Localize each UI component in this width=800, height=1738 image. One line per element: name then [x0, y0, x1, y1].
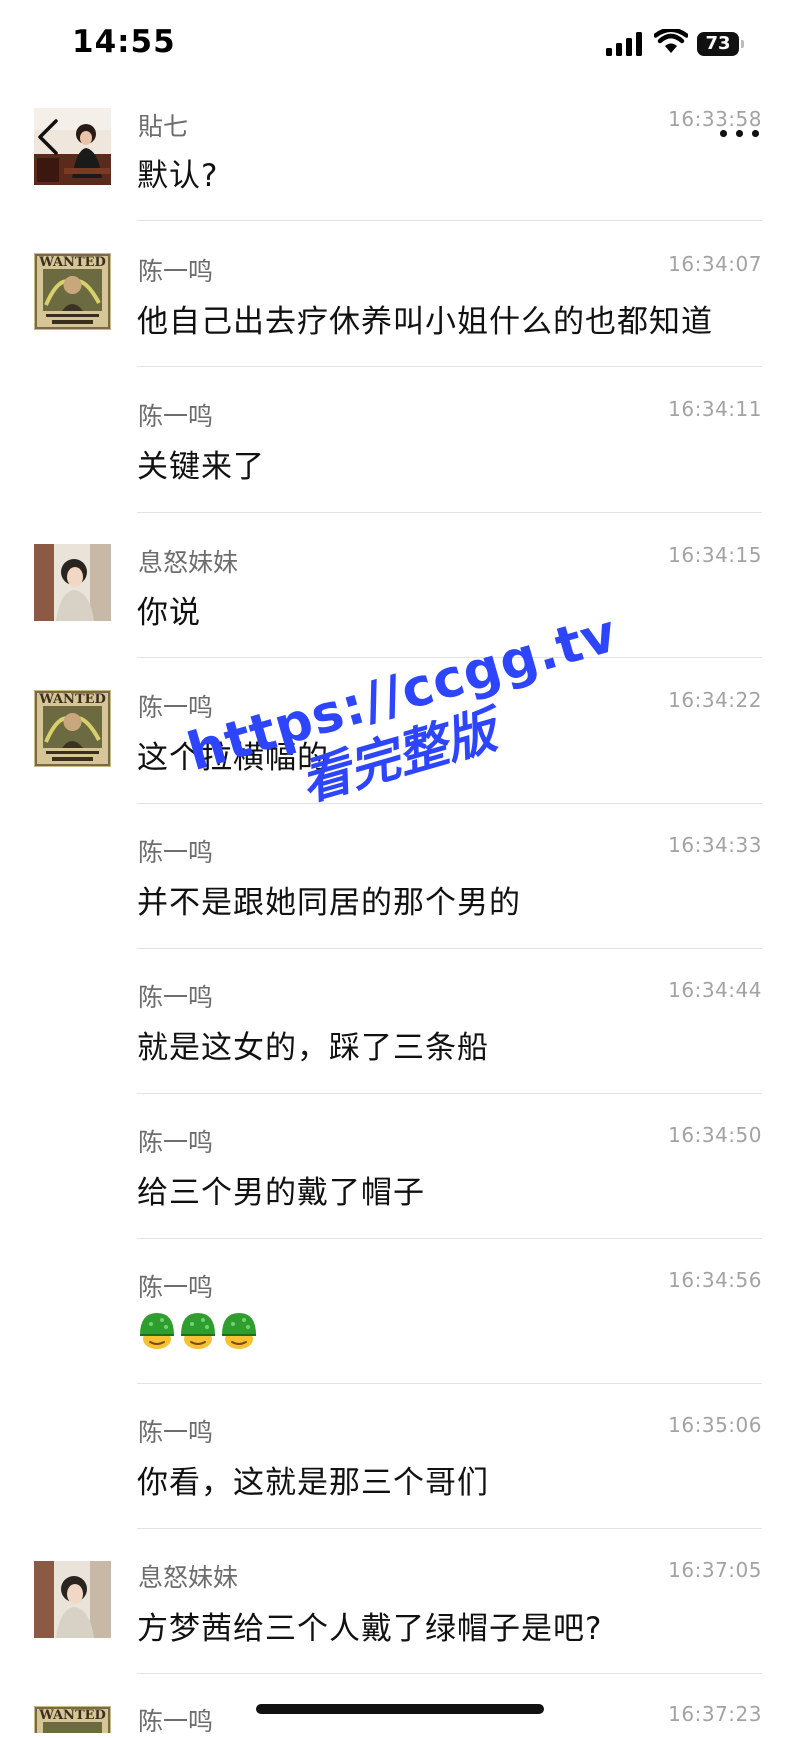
sender-name: 陈一鸣	[138, 257, 214, 286]
message-time: 16:37:23	[668, 1702, 762, 1726]
sender-name: 陈一鸣	[138, 838, 214, 867]
svg-text:WANTED: WANTED	[38, 255, 106, 270]
sender-name: 陈一鸣	[138, 1128, 214, 1157]
green-helmet-face-icon	[181, 1313, 215, 1349]
message-text: 你说	[137, 595, 201, 631]
divider	[137, 1238, 762, 1239]
divider	[137, 1093, 762, 1094]
cellular-signal-icon	[606, 32, 644, 56]
avatar[interactable]	[34, 1561, 111, 1638]
divider	[137, 220, 762, 221]
message-time: 16:35:06	[668, 1413, 762, 1437]
message-time: 16:34:44	[668, 978, 762, 1002]
avatar[interactable]	[34, 544, 111, 621]
divider	[137, 948, 762, 949]
sender-name: 陈一鸣	[138, 1418, 214, 1447]
green-helmet-face-icon	[140, 1313, 174, 1349]
message-text: 就是这女的，踩了三条船	[137, 1030, 489, 1066]
home-indicator[interactable]	[256, 1704, 544, 1714]
watermark-overlay: https://ccgg.tv 看完整版	[181, 603, 624, 841]
sender-name: 陈一鸣	[138, 983, 214, 1012]
message-time: 16:34:07	[668, 252, 762, 276]
message-time: 16:34:56	[668, 1268, 762, 1292]
message-text: 这个拉横幅的	[137, 740, 329, 776]
message-time: 16:34:11	[668, 397, 762, 421]
divider	[137, 657, 762, 658]
green-helmet-face-icon	[222, 1313, 256, 1349]
divider	[137, 1673, 762, 1674]
divider	[137, 803, 762, 804]
sender-name: 息怒妹妹	[138, 1563, 239, 1592]
svg-text:WANTED: WANTED	[38, 692, 106, 707]
avatar[interactable]: WANTED	[34, 253, 111, 330]
battery-icon: 73	[697, 32, 744, 56]
message-text: 默认?	[137, 158, 219, 194]
message-text: 你看，这就是那三个哥们	[137, 1465, 489, 1501]
message-time: 16:34:33	[668, 833, 762, 857]
wifi-icon	[654, 29, 688, 53]
sender-name: 陈一鸣	[138, 1273, 214, 1302]
divider	[137, 366, 762, 367]
message-time: 16:34:22	[668, 688, 762, 712]
avatar[interactable]: WANTED	[34, 1706, 111, 1733]
message-text: 给三个男的戴了帽子	[137, 1175, 425, 1211]
divider	[137, 512, 762, 513]
message-text: 并不是跟她同居的那个男的	[137, 885, 521, 921]
message-time: 16:37:05	[668, 1558, 762, 1582]
divider	[137, 1383, 762, 1384]
status-bar: 14:55 73	[0, 0, 800, 90]
emoji-row	[137, 1309, 259, 1351]
message-text: 他自己出去疗休养叫小姐什么的也都知道	[137, 304, 713, 340]
sender-name: 貼七	[138, 112, 189, 141]
sender-name: 息怒妹妹	[138, 548, 239, 577]
sender-name: 陈一鸣	[138, 693, 214, 722]
message-text: 方梦茜给三个人戴了绿帽子是吧?	[137, 1611, 603, 1647]
avatar[interactable]: WANTED	[34, 690, 111, 767]
message-text: 关键来了	[137, 449, 265, 485]
status-time: 14:55	[72, 24, 176, 60]
svg-text:WANTED: WANTED	[38, 1708, 106, 1723]
divider	[137, 1528, 762, 1529]
more-dots-icon[interactable]	[718, 126, 762, 140]
chevron-left-icon[interactable]	[32, 118, 66, 156]
message-time: 16:34:50	[668, 1123, 762, 1147]
sender-name: 陈一鸣	[138, 402, 214, 431]
message-time: 16:34:15	[668, 543, 762, 567]
